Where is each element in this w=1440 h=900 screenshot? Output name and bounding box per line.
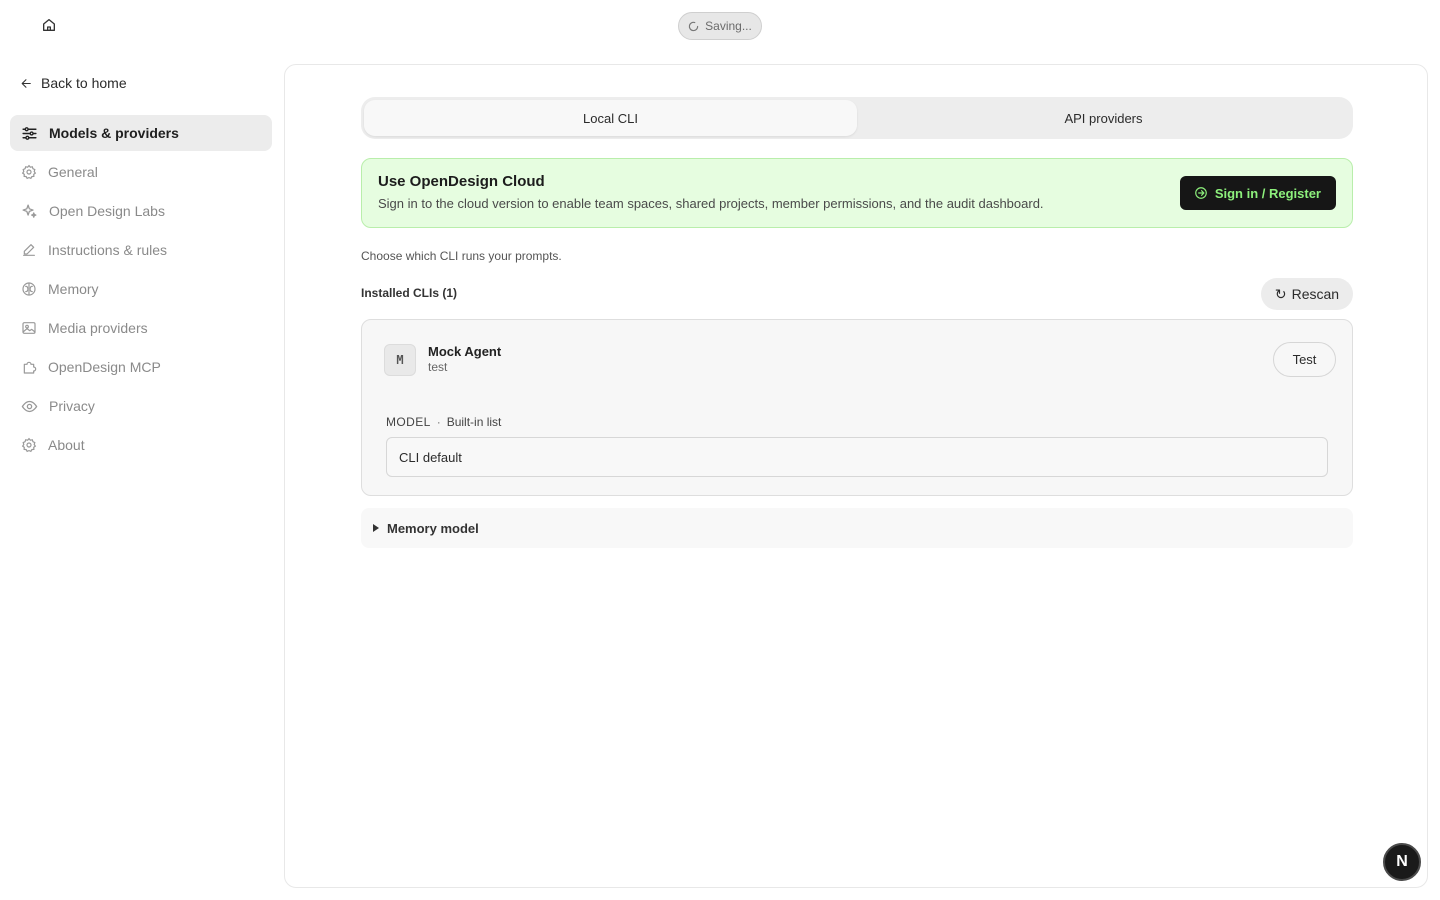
sidebar-item-label: Privacy [49, 398, 95, 414]
tab-api-providers[interactable]: API providers [857, 100, 1350, 136]
sidebar-item-instructions-rules[interactable]: Instructions & rules [10, 232, 272, 268]
sidebar-item-about[interactable]: About [10, 427, 272, 463]
memory-model-disclosure[interactable]: Memory model [361, 508, 1353, 548]
sidebar-item-label: OpenDesign MCP [48, 359, 161, 375]
settings-sidebar: Models & providers General Open Design L… [10, 115, 272, 466]
saving-status-badge: Saving... [678, 12, 762, 40]
cloud-banner-title: Use OpenDesign Cloud [378, 173, 545, 190]
image-icon [22, 322, 36, 334]
cli-help-text: Choose which CLI runs your prompts. [361, 249, 562, 263]
home-icon [43, 19, 55, 31]
eye-icon [21, 400, 38, 412]
sparkles-icon [22, 203, 37, 218]
model-separator: · [436, 415, 441, 429]
refresh-icon: ↻ [1274, 285, 1287, 302]
model-source: Built-in list [446, 415, 502, 429]
model-select-value: CLI default [399, 449, 462, 465]
sidebar-item-label: Models & providers [49, 125, 179, 141]
sidebar-item-label: Media providers [48, 320, 148, 336]
provider-tabs: Local CLI API providers [361, 97, 1353, 139]
back-to-home-link[interactable]: Back to home [20, 72, 127, 94]
sidebar-item-label: Instructions & rules [48, 242, 168, 258]
sign-in-register-label: Sign in / Register [1214, 185, 1321, 201]
model-select[interactable]: CLI default [386, 437, 1328, 477]
cloud-banner-description: Sign in to the cloud version to enable t… [378, 196, 1044, 211]
rescan-label: Rescan [1291, 286, 1340, 302]
agent-avatar: M [384, 344, 416, 376]
gear-icon [21, 437, 37, 453]
cli-agent-card: M Mock Agent test Test MODEL · Built-in … [361, 319, 1353, 496]
sidebar-item-models-providers[interactable]: Models & providers [10, 115, 272, 151]
agent-name: Mock Agent [428, 344, 502, 359]
home-button[interactable] [36, 12, 62, 38]
pen-icon [23, 244, 35, 256]
settings-app: Saving... Back to home Models & provider… [0, 0, 1440, 900]
arrow-left-icon [21, 78, 31, 88]
sidebar-item-memory[interactable]: Memory [10, 271, 272, 307]
sidebar-item-label: Memory [48, 281, 99, 297]
caret-right-icon [373, 524, 379, 532]
settings-main-panel: Local CLI API providers Use OpenDesign C… [284, 64, 1428, 888]
sidebar-item-open-design-labs[interactable]: Open Design Labs [10, 193, 272, 229]
sidebar-item-label: About [48, 437, 85, 453]
sidebar-item-opendesign-mcp[interactable]: OpenDesign MCP [10, 349, 272, 385]
sidebar-item-label: General [48, 164, 98, 180]
saving-label: Saving... [705, 19, 752, 33]
installed-clis-heading: Installed CLIs (1) [361, 286, 458, 300]
n-avatar-button[interactable]: N [1383, 843, 1421, 881]
spinner-icon [688, 21, 699, 31]
sign-in-register-button[interactable]: Sign in / Register [1179, 176, 1336, 210]
sidebar-item-general[interactable]: General [10, 154, 272, 190]
sidebar-item-media-providers[interactable]: Media providers [10, 310, 272, 346]
plugin-icon [23, 361, 37, 374]
tab-local-cli[interactable]: Local CLI [364, 100, 857, 136]
rescan-button[interactable]: ↻ Rescan [1261, 278, 1353, 310]
sliders-icon [22, 126, 37, 140]
gear-icon [21, 164, 37, 180]
test-agent-button[interactable]: Test [1273, 342, 1336, 377]
agent-subtitle: test [428, 360, 448, 374]
cloud-banner: Use OpenDesign Cloud Sign in to the clou… [361, 158, 1353, 228]
n-badge-letter: N [1396, 853, 1408, 870]
model-label: MODEL [386, 415, 431, 429]
memory-model-label: Memory model [387, 520, 479, 536]
model-label-row: MODEL · Built-in list [386, 415, 501, 429]
sidebar-item-label: Open Design Labs [49, 203, 165, 219]
sidebar-item-privacy[interactable]: Privacy [10, 388, 272, 424]
login-icon [1194, 187, 1207, 199]
brain-icon [22, 282, 36, 296]
back-to-home-label: Back to home [41, 75, 127, 91]
